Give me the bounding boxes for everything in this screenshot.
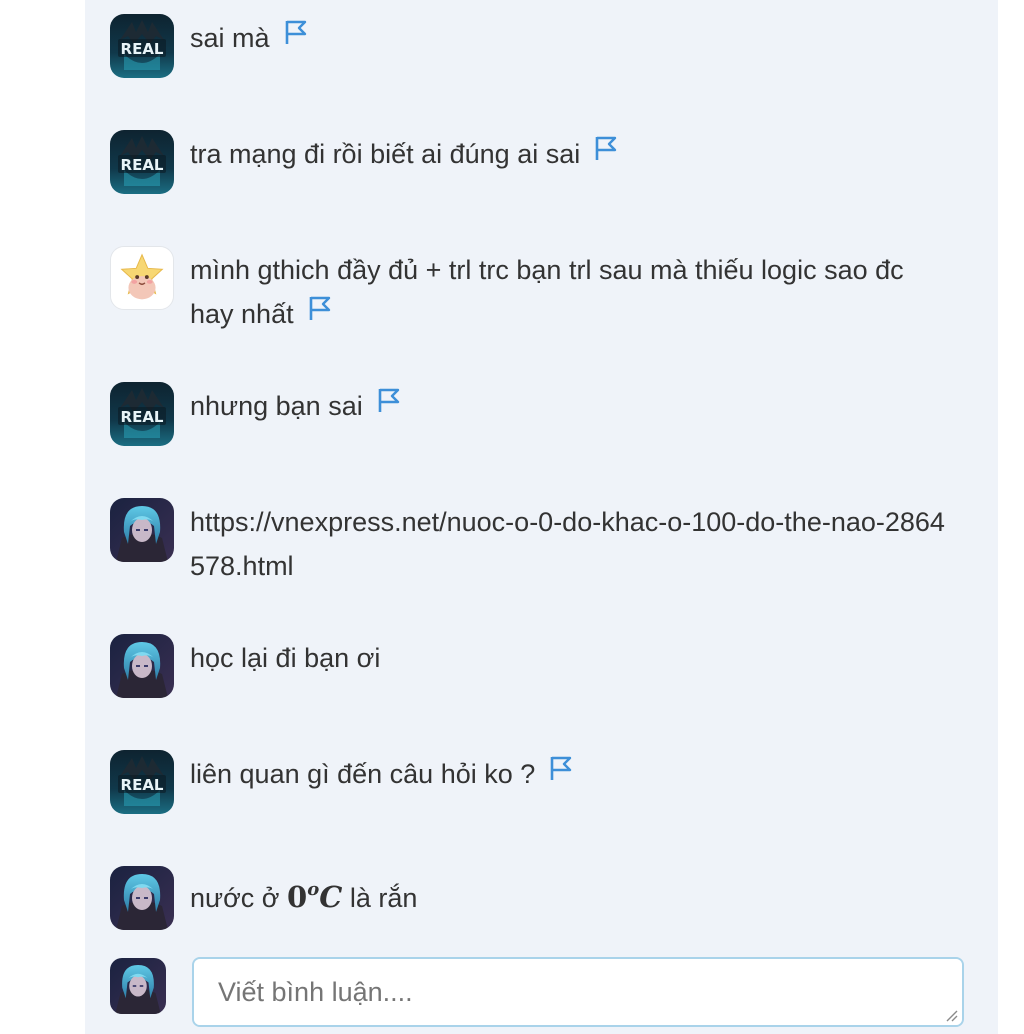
comment-input[interactable] [192, 957, 964, 1027]
comment-text: sai mà [190, 16, 950, 60]
comment-body-after: là rắn [349, 883, 418, 913]
comment-text: liên quan gì đến câu hỏi ko ? [190, 752, 950, 796]
math-formula: 0oC [287, 879, 343, 914]
real-logo-avatar[interactable] [110, 14, 174, 78]
anime-character-avatar[interactable] [110, 634, 174, 698]
comment-body: sai mà [190, 23, 270, 53]
resize-handle-icon[interactable] [944, 1008, 958, 1022]
report-flag-icon[interactable] [377, 382, 401, 426]
comment-body: liên quan gì đến câu hỏi ko ? [190, 759, 536, 789]
comment-body: mình gthich đầy đủ + trl trc bạn trl sau… [190, 255, 904, 329]
report-flag-icon[interactable] [284, 14, 308, 58]
comment-link[interactable]: https://vnexpress.net/nuoc-o-0-do-khac-o… [190, 507, 945, 581]
comment-text: https://vnexpress.net/nuoc-o-0-do-khac-o… [190, 500, 945, 588]
comment-body: tra mạng đi rồi biết ai đúng ai sai [190, 139, 581, 169]
math-unit: C [319, 880, 343, 914]
comment-text: tra mạng đi rồi biết ai đúng ai sai [190, 132, 950, 176]
real-logo-avatar[interactable] [110, 750, 174, 814]
comment-body: nhưng bạn sai [190, 391, 363, 421]
report-flag-icon[interactable] [594, 130, 618, 174]
star-avatar[interactable] [110, 246, 174, 310]
comment-body: học lại đi bạn ơi [190, 643, 381, 673]
comment-text: nhưng bạn sai [190, 384, 950, 428]
real-logo-avatar[interactable] [110, 382, 174, 446]
report-flag-icon[interactable] [549, 750, 573, 794]
comment-body-before: nước ở [190, 883, 280, 913]
current-user-avatar[interactable] [110, 958, 166, 1014]
comment-text: mình gthich đầy đủ + trl trc bạn trl sau… [190, 248, 950, 336]
anime-character-avatar[interactable] [110, 498, 174, 562]
comment-text: nước ở 0oC là rắn [190, 868, 950, 920]
real-logo-avatar[interactable] [110, 130, 174, 194]
math-superscript: o [307, 879, 320, 900]
anime-character-avatar[interactable] [110, 866, 174, 930]
report-flag-icon[interactable] [308, 290, 332, 334]
math-number: 0 [287, 880, 308, 914]
comment-text: học lại đi bạn ơi [190, 636, 950, 680]
